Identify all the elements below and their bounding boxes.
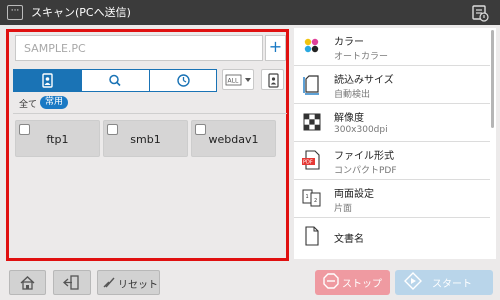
destination-label: ftp1 (46, 133, 69, 146)
logout-icon (63, 275, 79, 290)
setting-name: 解像度 (334, 113, 364, 124)
start-icon (404, 272, 422, 290)
setting-name: 文書名 (334, 234, 364, 245)
svg-text:2: 2 (314, 198, 317, 204)
filter-all[interactable]: 全て (19, 97, 37, 110)
duplex-icon: 1 2 (302, 189, 321, 207)
svg-text:PDF: PDF (303, 160, 313, 166)
color-icon (304, 38, 319, 53)
destination-item[interactable]: webdav1 (191, 120, 276, 157)
scan-size-icon (303, 75, 319, 95)
reset-icon (103, 277, 115, 288)
setting-scan-size[interactable]: 読込みサイズ 自動検出 (294, 66, 490, 104)
home-button[interactable] (9, 270, 46, 295)
home-icon (20, 276, 35, 290)
svg-text:1: 1 (306, 194, 309, 200)
setting-duplex[interactable]: 1 2 両面設定 片面 (294, 180, 490, 218)
setting-value: 300x300dpi (334, 125, 388, 135)
setting-value: 片面 (334, 204, 353, 214)
chevron-down-icon (245, 78, 251, 82)
tab-address-book[interactable] (14, 70, 82, 91)
setting-color[interactable]: カラー オートカラー (294, 28, 490, 66)
printer-status-icon[interactable] (470, 3, 490, 22)
destination-tabs (13, 69, 217, 92)
destination-item[interactable]: smb1 (103, 120, 188, 157)
destination-item[interactable]: ftp1 (15, 120, 100, 157)
tab-history[interactable] (150, 70, 217, 91)
resolution-icon (303, 113, 321, 131)
document-icon (305, 226, 319, 246)
reset-label: リセット (118, 280, 158, 291)
setting-name: 両面設定 (334, 189, 374, 200)
setting-value: オートカラー (334, 52, 389, 62)
reset-button[interactable]: リセット (97, 270, 160, 295)
setting-name: カラー (334, 37, 364, 48)
clock-icon (177, 74, 190, 87)
destination-label: smb1 (130, 133, 161, 146)
settings-scrollbar[interactable] (491, 30, 494, 128)
setting-value: 自動検出 (334, 90, 371, 100)
setting-value: コンパクトPDF (334, 166, 397, 176)
footer-bar: リセット ストップ スタート (0, 263, 500, 300)
page-title: スキャン(PCへ送信) (31, 6, 131, 19)
start-button[interactable]: スタート (395, 270, 493, 295)
logout-button[interactable] (53, 270, 91, 295)
address-book-icon (42, 73, 53, 88)
add-destination-button[interactable]: + (265, 35, 286, 61)
setting-name: ファイル形式 (334, 151, 394, 162)
sort-dropdown[interactable]: ALL (222, 69, 254, 90)
setting-resolution[interactable]: 解像度 300x300dpi (294, 104, 490, 142)
pdf-file-icon: PDF (302, 150, 320, 170)
destination-panel: SAMPLE.PC + ALL 全て 常用 ftp1 smb1 webdav1 (6, 29, 289, 261)
menu-button[interactable]: ··· (7, 5, 23, 20)
search-icon (109, 74, 121, 87)
sort-label: ALL (228, 78, 239, 85)
stop-label: ストップ (342, 279, 382, 290)
stop-icon (323, 273, 339, 289)
setting-file-format[interactable]: PDF ファイル形式 コンパクトPDF (294, 142, 490, 180)
filter-common[interactable]: 常用 (40, 96, 69, 109)
divider (13, 113, 287, 114)
stop-button[interactable]: ストップ (315, 270, 390, 295)
sort-order-icon (268, 73, 279, 88)
sort-order-button[interactable] (261, 69, 284, 90)
settings-panel: カラー オートカラー 読込みサイズ 自動検出 解像度 300x300dpi PD… (294, 28, 496, 259)
setting-name: 読込みサイズ (334, 75, 394, 86)
header-bar: ··· スキャン(PCへ送信) (0, 0, 500, 25)
start-label: スタート (432, 279, 472, 290)
destination-label: webdav1 (208, 133, 259, 146)
tab-search[interactable] (82, 70, 150, 91)
address-placeholder: SAMPLE.PC (24, 42, 86, 55)
setting-document-name[interactable]: 文書名 (294, 218, 490, 256)
address-input[interactable]: SAMPLE.PC (15, 35, 263, 61)
